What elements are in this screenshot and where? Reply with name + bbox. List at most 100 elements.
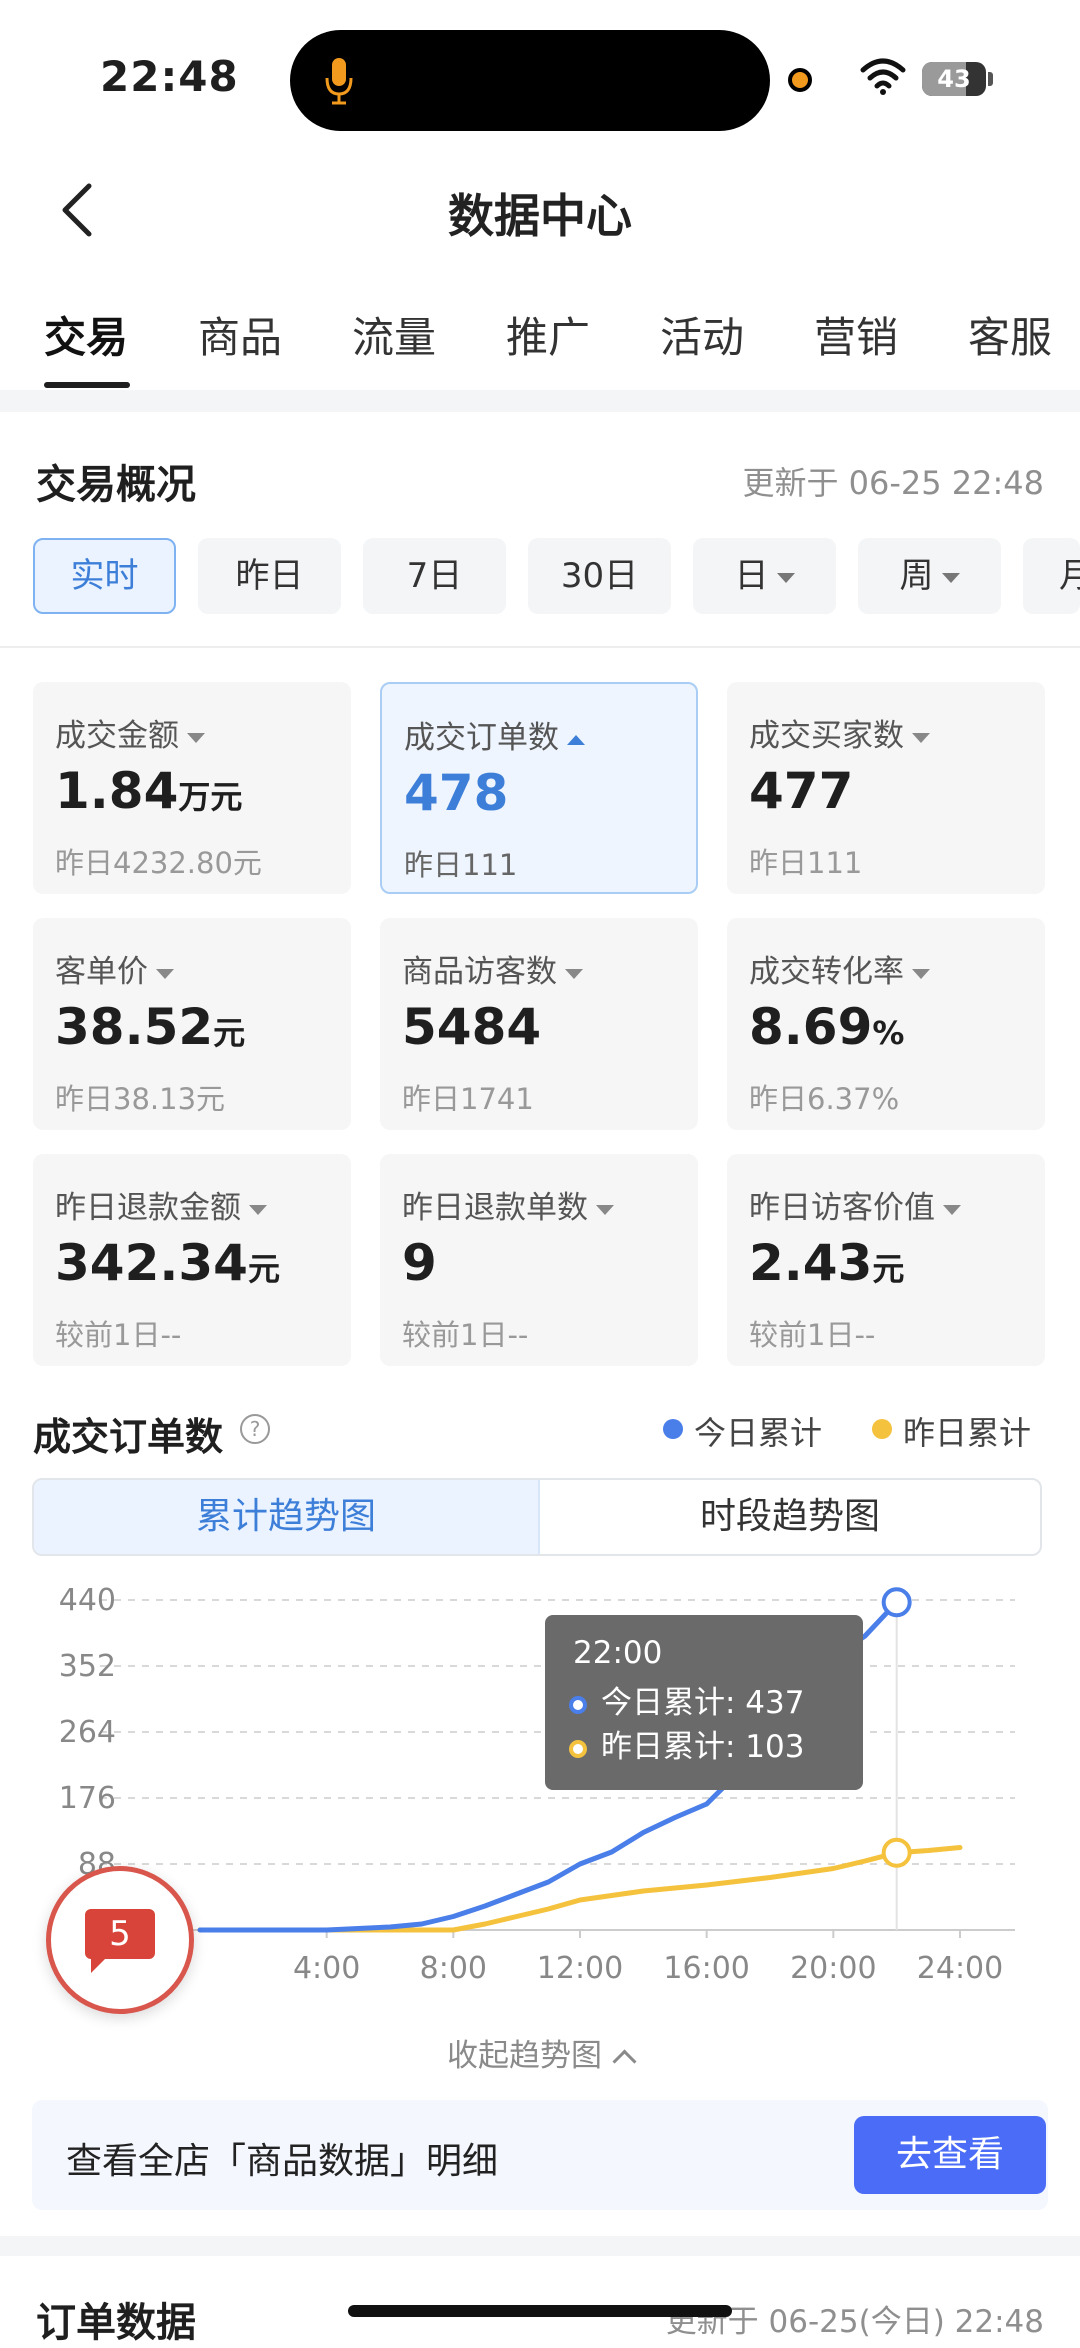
metric-card-gmv[interactable]: 成交金额 1.84万元 昨日4232.80元 <box>33 682 351 894</box>
x-tick-label: 12:00 <box>537 1951 623 1986</box>
metric-compare: 昨日111 <box>404 848 518 882</box>
y-tick-label: 264 <box>59 1715 116 1750</box>
tooltip-dot-yesterday <box>569 1739 587 1758</box>
metric-compare: 较前1日-- <box>402 1318 529 1352</box>
battery-level: 43 <box>937 65 971 93</box>
overview-updated-time: 更新于 06-25 22:48 <box>742 464 1044 502</box>
navigation-bar: 数据中心 <box>0 150 1080 270</box>
metric-card-avg-order-value[interactable]: 客单价 38.52元 昨日38.13元 <box>33 918 351 1130</box>
metric-label: 客单价 <box>55 954 148 990</box>
tab-marketing[interactable]: 营销 <box>814 304 898 365</box>
overview-title: 交易概况 <box>36 462 196 508</box>
y-tick-label: 176 <box>59 1781 116 1816</box>
tab-promotion[interactable]: 推广 <box>506 304 590 365</box>
metric-compare: 昨日4232.80元 <box>55 846 262 880</box>
legend-dot-yesterday <box>872 1419 892 1439</box>
category-tabs: 交易 商品 流量 推广 活动 营销 客服 <box>0 290 1080 390</box>
legend-label-yesterday: 昨日累计 <box>903 1414 1032 1452</box>
dropdown-caret-icon <box>596 1204 614 1215</box>
highlight-point-yesterday <box>881 1837 912 1868</box>
order-data-title: 订单数据 <box>36 2300 196 2346</box>
metric-label: 成交转化率 <box>749 954 904 990</box>
metric-value: 2.43 <box>749 1234 873 1292</box>
metric-label: 成交买家数 <box>749 718 904 754</box>
tooltip-today-value: 今日累计: 437 <box>601 1685 805 1721</box>
battery-icon: 43 <box>922 62 986 96</box>
goods-data-banner: 查看全店「商品数据」明细 去查看 <box>32 2100 1048 2210</box>
privacy-indicator-icon <box>788 68 812 92</box>
metric-value: 342.34 <box>55 1234 248 1292</box>
chart-tooltip: 22:00 今日累计: 437 昨日累计: 103 <box>545 1615 863 1790</box>
metric-label: 成交金额 <box>55 718 179 754</box>
metric-compare: 昨日38.13元 <box>55 1082 226 1116</box>
home-indicator <box>348 2305 732 2317</box>
metric-label: 昨日退款金额 <box>55 1190 241 1226</box>
period-chip-day-label: 日 <box>734 556 769 596</box>
tab-trade[interactable]: 交易 <box>44 304 128 365</box>
metric-value: 1.84 <box>55 762 179 820</box>
period-chip-day[interactable]: 日 <box>693 538 836 614</box>
wifi-icon <box>860 58 906 95</box>
y-tick-label: 352 <box>59 1649 116 1684</box>
metric-value: 9 <box>402 1234 437 1292</box>
message-count-badge: 5 <box>109 1914 131 1954</box>
metric-unit: 元 <box>213 1014 246 1052</box>
collapse-trend-label: 收起趋势图 <box>447 2038 602 2074</box>
collapse-trend-button[interactable]: 收起趋势图 <box>0 2030 1080 2075</box>
page-title: 数据中心 <box>448 189 632 243</box>
metric-compare: 较前1日-- <box>55 1318 182 1352</box>
metric-value: 8.69 <box>749 998 873 1056</box>
toggle-hourly-trend[interactable]: 时段趋势图 <box>540 1480 1040 1554</box>
x-tick-label: 24:00 <box>917 1951 1003 1986</box>
view-details-button[interactable]: 去查看 <box>854 2116 1046 2194</box>
metric-card-visitors[interactable]: 商品访客数 5484 昨日1741 <box>380 918 698 1130</box>
metric-label: 昨日访客价值 <box>749 1190 935 1226</box>
tab-customer-service[interactable]: 客服 <box>968 304 1052 365</box>
dropdown-caret-icon <box>565 968 583 979</box>
period-chip-yesterday[interactable]: 昨日 <box>198 538 341 614</box>
legend-label-today: 今日累计 <box>694 1414 823 1452</box>
dropdown-caret-icon <box>912 968 930 979</box>
metric-compare: 昨日1741 <box>402 1082 534 1116</box>
microphone-icon <box>325 58 353 105</box>
period-chip-week[interactable]: 周 <box>858 538 1001 614</box>
active-tab-indicator <box>44 382 130 388</box>
tooltip-yesterday-value: 昨日累计: 103 <box>601 1729 805 1765</box>
metric-compare: 较前1日-- <box>749 1318 876 1352</box>
metric-card-buyers[interactable]: 成交买家数 477 昨日111 <box>727 682 1045 894</box>
floating-message-button[interactable]: 5 <box>46 1866 194 2014</box>
metric-card-conversion-rate[interactable]: 成交转化率 8.69% 昨日6.37% <box>727 918 1045 1130</box>
period-chip-realtime[interactable]: 实时 <box>33 538 176 614</box>
help-icon[interactable]: ? <box>240 1414 270 1444</box>
metric-compare: 昨日6.37% <box>749 1082 900 1116</box>
toggle-cumulative-trend[interactable]: 累计趋势图 <box>34 1480 540 1554</box>
collapse-caret-icon <box>567 734 585 745</box>
dropdown-caret-icon <box>249 1204 267 1215</box>
tab-goods[interactable]: 商品 <box>198 304 282 365</box>
series-line-yesterday <box>197 1845 963 1933</box>
period-chip-30d[interactable]: 30日 <box>528 538 671 614</box>
metric-card-refund-amount[interactable]: 昨日退款金额 342.34元 较前1日-- <box>33 1154 351 1366</box>
period-chip-month[interactable]: 月 <box>1023 538 1080 614</box>
x-tick-label: 16:00 <box>663 1951 749 1986</box>
section-divider <box>0 390 1080 412</box>
x-tick-label: 8:00 <box>420 1951 487 1986</box>
message-bubble-icon: 5 <box>85 1909 155 1959</box>
metric-card-refund-orders[interactable]: 昨日退款单数 9 较前1日-- <box>380 1154 698 1366</box>
chevron-up-icon <box>612 2049 637 2074</box>
dropdown-caret-icon <box>776 572 795 583</box>
metric-unit: % <box>872 1014 905 1052</box>
dropdown-caret-icon <box>187 732 205 743</box>
tab-traffic[interactable]: 流量 <box>352 304 436 365</box>
metric-card-orders[interactable]: 成交订单数 478 昨日111 <box>380 682 698 894</box>
tooltip-time: 22:00 <box>573 1635 663 1671</box>
dropdown-caret-icon <box>941 572 960 583</box>
metric-card-visitor-value[interactable]: 昨日访客价值 2.43元 较前1日-- <box>727 1154 1045 1366</box>
highlight-point-today <box>881 1587 912 1618</box>
period-chip-7d[interactable]: 7日 <box>363 538 506 614</box>
tooltip-dot-today <box>569 1695 587 1714</box>
metric-label: 成交订单数 <box>404 720 559 756</box>
x-tick-label: 20:00 <box>790 1951 876 1986</box>
dropdown-caret-icon <box>912 732 930 743</box>
tab-activity[interactable]: 活动 <box>660 304 744 365</box>
